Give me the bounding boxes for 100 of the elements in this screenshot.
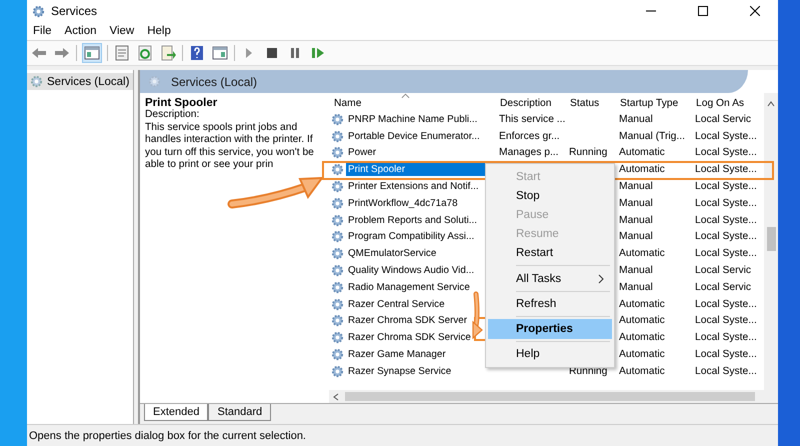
table-cell-text: Running	[568, 147, 608, 158]
menu-item[interactable]: Restart	[488, 244, 612, 263]
table-cell-text: Manages p...	[498, 147, 560, 158]
menu-item[interactable]: All Tasks	[488, 268, 612, 288]
gear-icon	[331, 348, 344, 362]
scroll-left-icon[interactable]	[333, 392, 339, 400]
column-header[interactable]: Startup Type	[615, 98, 691, 109]
service-name-cell[interactable]: PNRP Machine Name Publi...	[346, 112, 480, 126]
table-cell-text: Local Syste...	[694, 315, 758, 326]
table-cell-text: Local Syste...	[694, 298, 758, 310]
menu-item[interactable]: File	[33, 25, 52, 37]
console-tree-icon[interactable]	[82, 43, 102, 63]
table-cell-text: Manual (Trig...	[618, 130, 686, 142]
gear-icon	[331, 364, 344, 378]
column-header[interactable]: Description	[495, 98, 565, 109]
table-cell-text: Manual	[618, 265, 654, 276]
table-cell-text: Manual	[618, 181, 654, 192]
table-cell-text: Enforces gr...	[498, 130, 561, 142]
gear-icon	[30, 75, 43, 88]
panel-header: Services (Local)	[140, 70, 748, 93]
gear-icon	[331, 280, 344, 294]
service-name-cell[interactable]: Razer Chroma SDK Service	[346, 331, 473, 344]
service-name-cell[interactable]: Program Compatibility Assi...	[346, 230, 476, 244]
status-bar: Opens the properties dialog box for the current selection.	[27, 424, 778, 446]
sort-caret-icon	[401, 93, 410, 99]
view-tab[interactable]: Standard	[208, 404, 272, 421]
table-cell-text: Local Syste...	[694, 366, 758, 377]
column-header[interactable]: Name	[329, 98, 495, 109]
service-name-cell[interactable]: Quality Windows Audio Vid...	[346, 264, 476, 278]
menu-item[interactable]: Help	[488, 344, 612, 364]
service-name-cell[interactable]: Radio Management Service	[346, 280, 472, 294]
export-icon[interactable]	[159, 44, 177, 62]
gear-icon	[331, 247, 344, 260]
table-cell-text: Local Syste...	[694, 147, 758, 158]
table-cell-text: Local Servic	[694, 282, 752, 293]
table-cell-text: Local Syste...	[694, 248, 758, 260]
menu-item[interactable]: Properties	[488, 319, 612, 338]
menu-item[interactable]: Help	[147, 25, 171, 37]
menu-item[interactable]: View	[110, 25, 134, 37]
properties-icon[interactable]	[113, 44, 131, 62]
gear-icon	[331, 298, 344, 311]
menu-item[interactable]: Stop	[488, 186, 612, 206]
table-cell-text: Local Servic	[694, 265, 752, 276]
gear-icon	[331, 112, 344, 126]
service-name-cell[interactable]: QMEmulatorService	[346, 247, 438, 260]
action-pane-icon[interactable]	[211, 44, 229, 62]
menu-item[interactable]: Action	[64, 25, 96, 37]
refresh-icon[interactable]	[136, 44, 154, 62]
table-cell-text: Local Syste...	[694, 181, 758, 192]
table-cell-text: Automatic	[618, 298, 666, 310]
service-name-cell[interactable]: Power	[346, 146, 378, 160]
table-cell-text: Local Syste...	[694, 231, 758, 242]
table-cell-text: Local Syste...	[694, 332, 758, 344]
table-cell-text: Manual	[618, 114, 654, 125]
table-cell-text: Automatic	[618, 248, 666, 260]
description-text: This service spools print jobs and handles interaction with the printer. If you turn off this service, you won't be able to print or see your prin	[145, 122, 315, 172]
scroll-thumb[interactable]	[766, 227, 776, 251]
table-cell-text: Automatic	[618, 164, 666, 176]
view-tab[interactable]: Extended	[144, 404, 208, 421]
service-name-cell[interactable]: Printer Extensions and Notif...	[346, 180, 481, 194]
column-header[interactable]: Log On As	[691, 98, 763, 109]
service-name-cell[interactable]: Razer Synapse Service	[346, 364, 454, 378]
table-cell-text: Local Syste...	[694, 198, 758, 209]
maximize-icon[interactable]	[698, 6, 708, 16]
table-cell-text: Manual	[618, 231, 654, 242]
description-label: Description:	[145, 109, 200, 122]
table-cell-text: Manual	[618, 198, 654, 209]
service-name-cell[interactable]: Razer Central Service	[346, 298, 447, 311]
tree-item[interactable]: Services (Local)	[27, 73, 133, 90]
close-icon[interactable]	[750, 6, 760, 16]
service-name-cell[interactable]: Razer Chroma SDK Server	[346, 314, 470, 328]
gear-icon	[331, 130, 344, 143]
table-cell-text: Automatic	[618, 315, 666, 326]
gear-icon	[331, 331, 344, 344]
service-name-cell[interactable]: Razer Game Manager	[346, 348, 448, 362]
table-cell-text: Automatic	[618, 332, 666, 344]
gear-icon	[331, 163, 344, 176]
table-cell-text: Local Servic	[694, 114, 752, 125]
table-cell-text: Local Syste...	[694, 164, 758, 176]
service-name-cell[interactable]: Problem Reports and Soluti...	[346, 214, 479, 227]
table-cell-text: Automatic	[618, 349, 666, 360]
scroll-up-icon[interactable]	[767, 101, 775, 107]
service-name: Print Spooler	[145, 97, 218, 109]
table-cell-text: Local Syste...	[694, 349, 758, 360]
gear-icon	[331, 230, 344, 244]
scroll-thumb[interactable]	[345, 392, 755, 401]
help-icon[interactable]	[188, 44, 206, 62]
column-header[interactable]: Status	[565, 98, 615, 109]
vertical-scrollbar[interactable]	[764, 93, 778, 390]
horizontal-scrollbar[interactable]	[329, 390, 778, 403]
menu-item[interactable]: Refresh	[488, 294, 612, 314]
service-name-cell[interactable]: PrintWorkflow_4dc71a78	[346, 196, 460, 210]
gear-icon	[331, 146, 344, 160]
table-cell-text: Local Syste...	[694, 214, 758, 226]
gear-icon	[331, 180, 344, 194]
table-cell-text: Manual	[618, 214, 654, 226]
chevron-right-icon	[598, 274, 604, 284]
gear-icon	[32, 4, 45, 18]
service-name-cell[interactable]: Portable Device Enumerator...	[346, 130, 482, 143]
table-cell-text: Manual	[618, 282, 654, 293]
